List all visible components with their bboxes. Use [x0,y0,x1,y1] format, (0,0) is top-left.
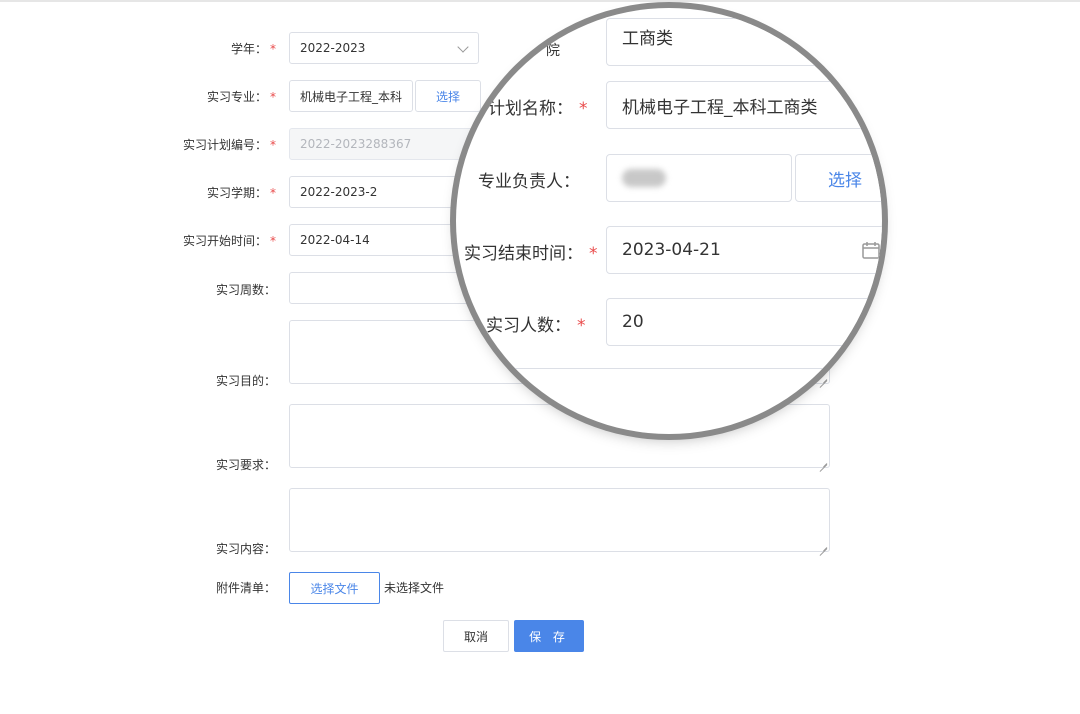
requirement-label: 实习要求： [215,458,276,472]
magnifier-overlay: 院 工商类 计划名称： * 机械电子工程_本科工商类 专业负责人： 选择 实习结束… [456,8,882,434]
textarea-edge [456,368,829,389]
major-input[interactable]: 机械电子工程_本科 [289,80,413,112]
semester-label: 实习学期： * [206,186,276,200]
plan-name-input[interactable]: 机械电子工程_本科工商类 [606,81,882,129]
content-label: 实习内容： [215,542,276,556]
save-button[interactable]: 保 存 [514,620,584,652]
select-leader-button[interactable]: 选择 [795,154,882,202]
chevron-down-icon [457,41,469,53]
top-border [0,0,1080,2]
blurred-name [622,169,666,187]
leader-input[interactable] [606,154,792,202]
calendar-icon[interactable] [861,240,881,260]
weeks-label: 实习周数： [215,283,276,297]
cancel-button[interactable]: 取消 [443,620,509,652]
count-input[interactable]: 20 [606,298,882,346]
plan-no-input: 2022-2023288367 [289,128,479,160]
resize-handle-icon[interactable] [819,457,827,465]
start-time-label: 实习开始时间： * [182,234,276,248]
file-status: 未选择文件 [384,581,445,595]
attachment-label: 附件清单： [215,581,276,595]
category-select[interactable]: 工商类 [606,18,818,66]
content-textarea[interactable] [289,488,830,552]
resize-handle-icon[interactable] [819,541,827,549]
leader-label: 专业负责人： [478,172,580,192]
category-label-fragment: 院 [546,43,560,59]
start-time-input[interactable]: 2022-04-14 [289,224,479,256]
school-year-label: 学年： * [230,42,276,56]
end-time-input[interactable]: 2023-04-21 [606,226,882,274]
purpose-label: 实习目的： [215,374,276,388]
chevron-down-icon [795,39,808,52]
school-year-select[interactable]: 2022-2023 [289,32,479,64]
choose-file-button[interactable]: 选择文件 [289,572,380,604]
count-label: 实习人数： * [486,316,586,336]
semester-select[interactable]: 2022-2023-2 [289,176,479,208]
select-major-button[interactable]: 选择 [415,80,481,112]
weeks-input[interactable] [289,272,479,304]
end-time-label: 实习结束时间： * [464,244,598,264]
plan-name-label: 计划名称： * [488,99,588,119]
major-label: 实习专业： * [206,90,276,104]
plan-no-label: 实习计划编号： * [182,138,276,152]
